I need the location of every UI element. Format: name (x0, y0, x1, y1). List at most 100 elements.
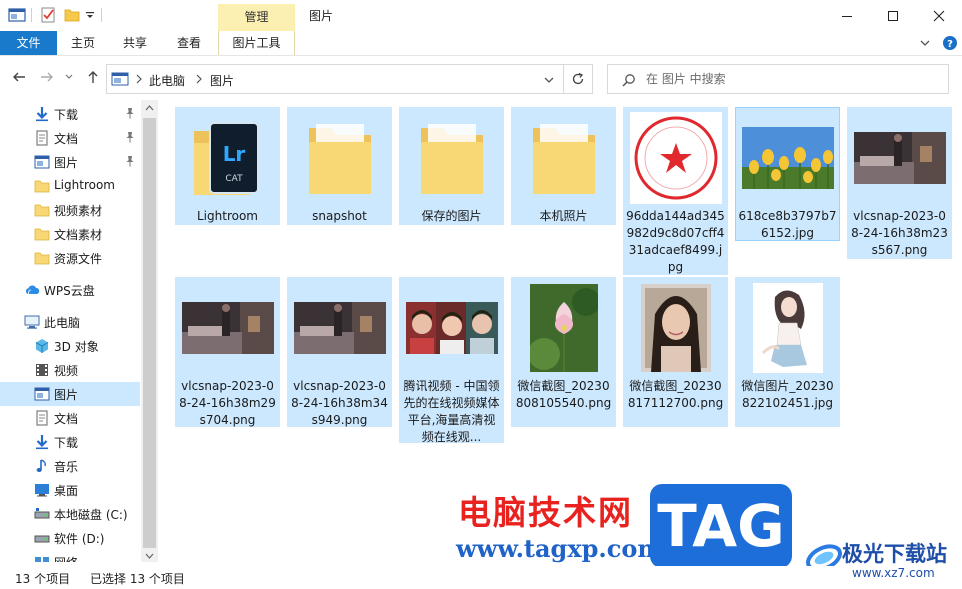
file-name: 618ce8b3797b76152.jpg (738, 209, 837, 240)
file-name: vlcsnap-2023-08-24-16h38m23s567.png (851, 209, 948, 257)
watermark-url: www.tagxp.com (456, 534, 663, 563)
sidebar-item-3[interactable]: Lightroom (0, 174, 140, 198)
sidebar-item-12[interactable]: 文档 (0, 406, 140, 430)
up-button[interactable] (82, 66, 104, 88)
sidebar-item-16[interactable]: 本地磁盘 (C:) (0, 502, 140, 526)
sidebar-item-14[interactable]: 音乐 (0, 454, 140, 478)
sidebar-item-7[interactable]: WPS云盘 (0, 278, 140, 302)
tab-share[interactable]: 共享 (114, 31, 156, 55)
file-item[interactable]: 微信图片_20230822102451.jpg (735, 277, 840, 427)
explorer-window-icon (8, 8, 26, 22)
computer-icon (24, 314, 40, 330)
folder-icon (34, 226, 50, 242)
file-item[interactable]: vlcsnap-2023-08-24-16h38m29s704.png (175, 277, 280, 427)
pictures-icon (111, 72, 129, 86)
new-folder-icon[interactable] (63, 6, 81, 24)
tab-home[interactable]: 主页 (62, 31, 104, 55)
forward-button[interactable] (36, 66, 58, 88)
file-item[interactable]: 96dda144ad345982d9c8d07cff431adcaef8499.… (623, 107, 728, 275)
tab-view[interactable]: 查看 (168, 31, 210, 55)
breadcrumb-chevron-icon[interactable] (135, 74, 143, 84)
sidebar-item-label: 图片 (54, 156, 79, 170)
sidebar-item-1[interactable]: 文档 (0, 126, 140, 150)
back-button[interactable] (8, 66, 30, 88)
tab-file[interactable]: 文件 (0, 31, 57, 55)
file-item[interactable]: 微信截图_20230808105540.png (511, 277, 616, 427)
search-input[interactable] (646, 71, 936, 87)
file-item[interactable]: 618ce8b3797b76152.jpg (735, 107, 840, 241)
sidebar-item-5[interactable]: 文档素材 (0, 222, 140, 246)
file-item[interactable]: 腾讯视频 - 中国领先的在线视频媒体平台,海量高清视频在线观... (399, 277, 504, 444)
download-arrow-icon (34, 106, 50, 122)
pin-icon[interactable] (124, 131, 136, 143)
recent-locations-button[interactable] (62, 66, 76, 88)
sidebar-item-0[interactable]: 下载 (0, 102, 140, 126)
sidebar-item-label: 文档 (54, 412, 79, 426)
folder-item[interactable]: 本机照片 (511, 107, 616, 225)
file-item[interactable]: vlcsnap-2023-08-24-16h38m34s949.png (287, 277, 392, 427)
tab-manage[interactable]: 管理 (218, 4, 295, 31)
breadcrumb-this-pc[interactable]: 此电脑 (149, 72, 185, 89)
sidebar-item-9[interactable]: 3D 对象 (0, 334, 140, 358)
file-name: 本机照片 (539, 209, 588, 223)
sidebar-item-4[interactable]: 视频素材 (0, 198, 140, 222)
minimize-button[interactable] (824, 0, 870, 31)
breadcrumb-chevron-icon[interactable] (195, 74, 203, 84)
file-item[interactable]: vlcsnap-2023-08-24-16h38m23s567.png (847, 107, 952, 259)
folder-item[interactable]: Lr CAT Lightroom (175, 107, 280, 225)
sidebar-item-13[interactable]: 下载 (0, 430, 140, 454)
sidebar-item-11[interactable]: 图片 (0, 382, 140, 406)
toolbar-separator (31, 8, 32, 22)
sidebar-scrollbar-thumb[interactable] (143, 118, 156, 548)
close-button[interactable] (916, 0, 962, 31)
search-box[interactable] (607, 64, 949, 94)
address-bar[interactable]: 此电脑 图片 (106, 64, 564, 94)
selection-count: 已选择 13 个项目 (90, 572, 185, 586)
breadcrumb-pictures[interactable]: 图片 (210, 72, 234, 89)
pin-icon[interactable] (124, 107, 136, 119)
properties-checkmark-icon[interactable] (39, 6, 57, 24)
item-count: 13 个项目 (15, 572, 71, 586)
maximize-button[interactable] (870, 0, 916, 31)
refresh-button[interactable] (564, 64, 593, 94)
scroll-up-button[interactable] (143, 102, 156, 114)
sidebar-item-label: 文档 (54, 132, 79, 146)
address-dropdown-chevron-icon[interactable] (543, 75, 555, 85)
sidebar-item-label: 下载 (54, 436, 79, 450)
scroll-down-arrow-icon (145, 553, 154, 559)
sidebar-item-label: 视频 (54, 364, 79, 378)
sidebar-item-17[interactable]: 软件 (D:) (0, 526, 140, 550)
sidebar-item-6[interactable]: 资源文件 (0, 246, 140, 270)
up-arrow-icon (88, 71, 98, 83)
navigation-bar: 此电脑 图片 (0, 62, 962, 94)
sidebar-item-2[interactable]: 图片 (0, 150, 140, 174)
tab-picture-tools[interactable]: 图片工具 (218, 31, 295, 55)
sidebar-item-10[interactable]: 视频 (0, 358, 140, 382)
folder-item[interactable]: 保存的图片 (399, 107, 504, 225)
image-thumbnail (512, 278, 615, 378)
customize-toolbar-dropdown-icon[interactable] (85, 6, 95, 24)
desktop-icon (34, 482, 50, 498)
drive-d-icon (34, 530, 50, 546)
file-item[interactable]: 微信截图_20230817112700.png (623, 277, 728, 427)
sidebar-item-18[interactable]: 网络 (0, 550, 140, 562)
image-thumbnail (736, 108, 839, 208)
folder-icon (288, 108, 391, 208)
file-name: 保存的图片 (421, 209, 482, 223)
sidebar-item-15[interactable]: 桌面 (0, 478, 140, 502)
folder-icon (34, 250, 50, 266)
file-name: 微信截图_20230817112700.png (627, 379, 724, 410)
help-icon[interactable]: ? (942, 35, 958, 51)
file-name: vlcsnap-2023-08-24-16h38m34s949.png (291, 379, 388, 427)
sidebar-item-label: 网络 (54, 554, 78, 562)
expand-ribbon-chevron-icon[interactable] (918, 36, 932, 50)
3d-objects-icon (34, 338, 50, 354)
music-note-icon (34, 458, 50, 474)
watermark-site2: 极光下载站 (842, 542, 947, 566)
folder-item[interactable]: snapshot (287, 107, 392, 225)
watermark-tag-logo: TAG (650, 484, 792, 568)
pin-icon[interactable] (124, 155, 136, 167)
scroll-down-button[interactable] (143, 550, 156, 562)
sidebar-item-8[interactable]: 此电脑 (0, 310, 140, 334)
network-icon (34, 554, 50, 562)
